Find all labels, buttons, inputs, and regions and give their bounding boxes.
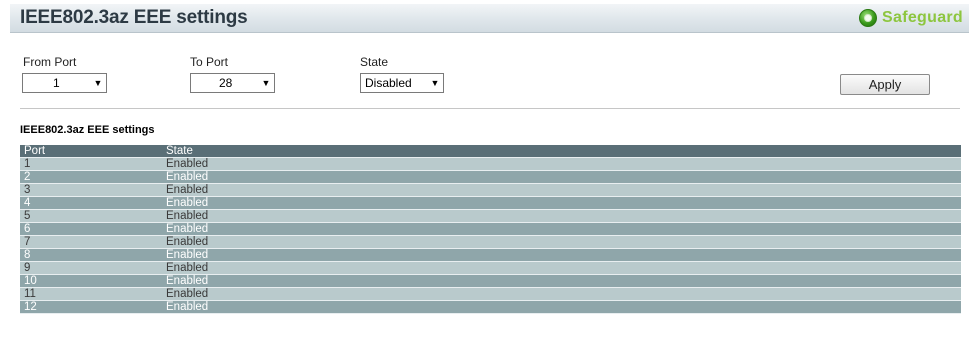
table-row: 8 Enabled [20, 249, 961, 262]
state-select[interactable]: Disabled ▼ [360, 73, 444, 93]
state-cell: Enabled [166, 223, 209, 235]
port-cell: 9 [24, 262, 31, 274]
title-bar: IEEE802.3az EEE settings Safeguard [10, 4, 969, 33]
to-port-label: To Port [190, 55, 229, 69]
table-row: 9 Enabled [20, 262, 961, 275]
port-cell: 7 [24, 236, 31, 248]
from-port-select[interactable]: 1 ▼ [22, 73, 107, 93]
port-cell: 6 [24, 223, 31, 235]
chevron-down-icon: ▼ [261, 78, 271, 88]
port-cell: 12 [24, 301, 37, 313]
state-cell: Enabled [166, 236, 209, 248]
table-row: 6 Enabled [20, 223, 961, 236]
state-cell: Enabled [166, 262, 209, 274]
to-port-value: 28 [219, 76, 233, 90]
apply-button[interactable]: Apply [840, 74, 930, 95]
state-cell: Enabled [166, 249, 209, 261]
table-body: 1 Enabled 2 Enabled 3 Enabled 4 Enabled 5 Enabled… [20, 158, 961, 314]
port-cell: 3 [24, 184, 31, 196]
table-row: 1 Enabled [20, 158, 961, 171]
from-port-label: From Port [23, 55, 77, 69]
table-row: 7 Enabled [20, 236, 961, 249]
state-value: Disabled [365, 76, 412, 90]
safeguard-label: Safeguard [882, 9, 963, 26]
to-port-select[interactable]: 28 ▼ [190, 73, 275, 93]
port-cell: 1 [24, 158, 31, 170]
state-label: State [360, 55, 389, 69]
eee-settings-table: Port State 1 Enabled 2 Enabled 3 Enabled 4 Enab… [20, 145, 961, 314]
chevron-down-icon: ▼ [93, 78, 103, 88]
table-row: 4 Enabled [20, 197, 961, 210]
state-cell: Enabled [166, 158, 209, 170]
state-cell: Enabled [166, 171, 209, 183]
state-cell: Enabled [166, 210, 209, 222]
safeguard-status-icon [859, 9, 878, 27]
port-cell: 11 [24, 288, 36, 300]
table-row: 10 Enabled [20, 275, 961, 288]
port-cell: 5 [24, 210, 31, 222]
port-cell: 2 [24, 171, 31, 183]
column-header-port: Port [24, 145, 46, 157]
divider [20, 108, 960, 109]
port-cell: 10 [24, 275, 37, 287]
port-cell: 8 [24, 249, 31, 261]
chevron-down-icon: ▼ [430, 78, 440, 88]
table-row: 5 Enabled [20, 210, 961, 223]
table-row: 2 Enabled [20, 171, 961, 184]
from-port-value: 1 [53, 76, 60, 90]
safeguard-indicator: Safeguard [859, 7, 963, 29]
table-row: 3 Enabled [20, 184, 961, 197]
state-cell: Enabled [166, 275, 209, 287]
page-title: IEEE802.3az EEE settings [20, 7, 248, 28]
table-header: Port State [20, 145, 961, 158]
table-row: 12 Enabled [20, 301, 961, 314]
table-row: 11 Enabled [20, 288, 961, 301]
state-cell: Enabled [166, 301, 209, 313]
port-cell: 4 [24, 197, 31, 209]
section-title: IEEE802.3az EEE settings [20, 124, 155, 136]
state-cell: Enabled [166, 288, 209, 300]
column-header-state: State [166, 145, 193, 157]
state-cell: Enabled [166, 184, 209, 196]
state-cell: Enabled [166, 197, 209, 209]
